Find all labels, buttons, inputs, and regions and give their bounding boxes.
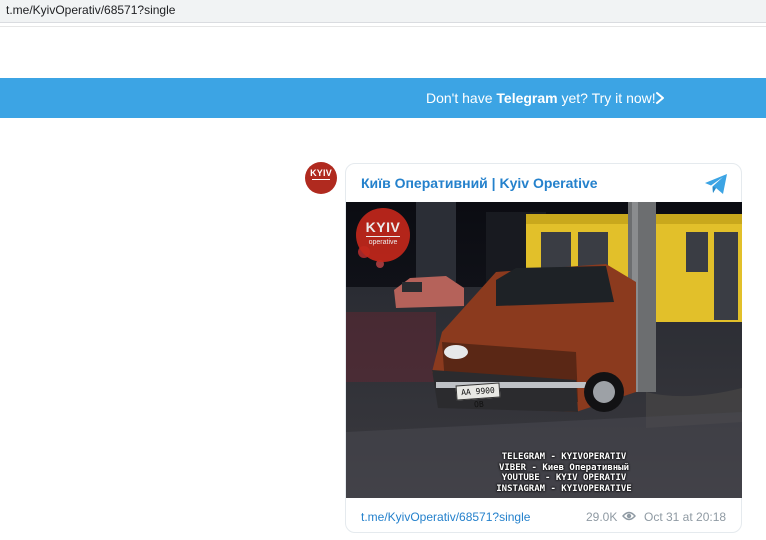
post-photo[interactable]: KYIV operative AA 9900 OB TELEGRAM - KYI…: [346, 202, 742, 498]
overlay-line: YOUTUBE - KYIV OPERATIV: [501, 473, 627, 483]
overlay-line: TELEGRAM - KYIVOPERATIV: [501, 452, 627, 462]
license-plate: AA 9900 OB: [455, 382, 501, 409]
logo-line: [366, 236, 400, 237]
divider: [0, 26, 766, 27]
get-telegram-banner[interactable]: Don't have Telegram yet? Try it now!: [0, 78, 766, 118]
eye-icon: [622, 511, 636, 521]
overlay-line: INSTAGRAM - KYIVOPERATIVE: [496, 483, 632, 494]
chevron-right-icon: [656, 92, 664, 104]
channel-avatar[interactable]: KYIV: [305, 162, 337, 194]
avatar-text: KYIV: [310, 168, 332, 178]
banner-text: Don't have Telegram yet? Try it now!: [426, 90, 656, 106]
overlay-line: VIBER - Киев Оперативный: [498, 462, 630, 473]
kyiv-operative-logo: KYIV operative: [356, 208, 410, 262]
view-count: 29.0K: [586, 510, 618, 524]
photo-overlay-text: TELEGRAM - KYIVOPERATIV VIBER - Киев Опе…: [474, 452, 654, 494]
banner-brand: Telegram: [496, 90, 558, 106]
post-date[interactable]: Oct 31 at 20:18: [644, 510, 726, 524]
address-bar[interactable]: t.me/KyivOperativ/68571?single: [0, 0, 766, 23]
post-card: Київ Оперативний | Kyiv Operative KYIV o…: [345, 163, 742, 533]
telegram-icon[interactable]: [704, 173, 728, 195]
channel-name-link[interactable]: Київ Оперативний | Kyiv Operative: [361, 175, 598, 191]
address-bar-url[interactable]: t.me/KyivOperativ/68571?single: [6, 3, 175, 17]
post-link[interactable]: t.me/KyivOperativ/68571?single: [361, 510, 530, 524]
avatar-line: [312, 179, 330, 180]
logo-text: KYIV: [365, 219, 401, 235]
logo-sub: operative: [368, 239, 398, 246]
